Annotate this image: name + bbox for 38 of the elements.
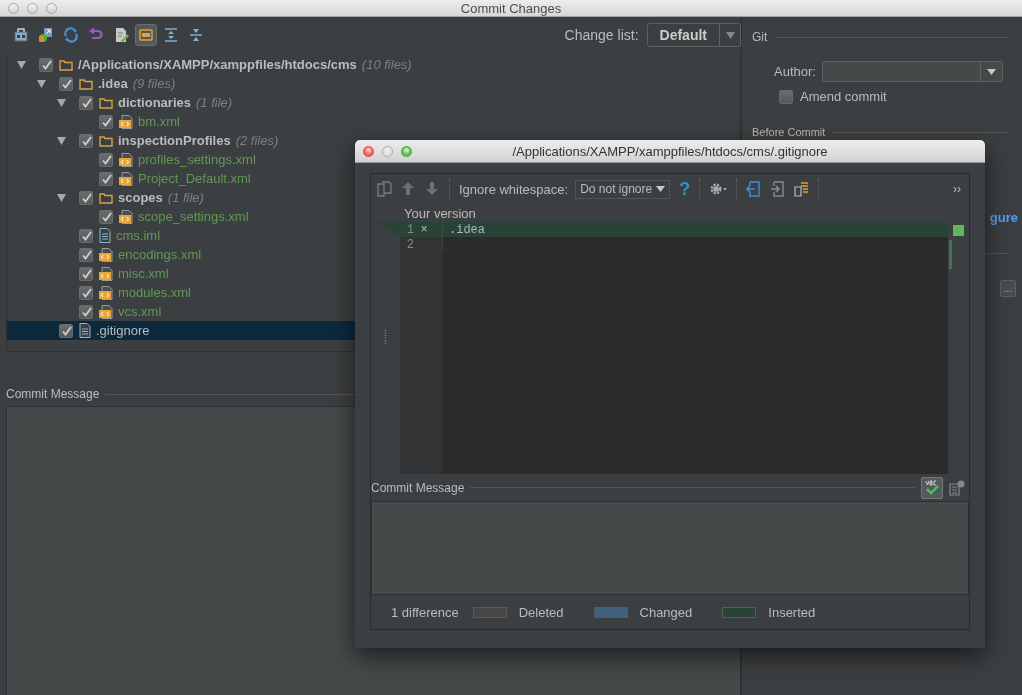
file-name: Project_Default.xml bbox=[138, 171, 251, 186]
file-name: misc.xml bbox=[118, 266, 169, 281]
file-count: (9 files) bbox=[132, 76, 176, 91]
file-name: inspectionProfiles bbox=[118, 133, 231, 148]
file-name: cms.iml bbox=[116, 228, 161, 243]
file-count: (10 files) bbox=[361, 57, 412, 72]
file-name: vcs.xml bbox=[118, 304, 162, 319]
change-list-label: Change list: bbox=[564, 27, 639, 43]
dialog-title: /Applications/XAMPP/xamppfiles/htdocs/cms/.gitignore bbox=[512, 143, 828, 159]
file-name: bm.xml bbox=[138, 114, 180, 129]
file-name: scopes bbox=[118, 190, 163, 205]
author-label: Author: bbox=[774, 64, 816, 79]
section-title: Git bbox=[752, 30, 768, 44]
legend-label: Inserted bbox=[768, 604, 816, 620]
commit-message-label: Commit Message bbox=[6, 387, 100, 401]
whitespace-label: Ignore whitespace: bbox=[459, 181, 569, 197]
editor-title: Your version bbox=[404, 205, 476, 221]
commit-message-label: Commit Message bbox=[371, 480, 465, 495]
section-title: Before Commit bbox=[752, 126, 826, 138]
file-count: (1 file) bbox=[195, 95, 233, 110]
legend-label: Deleted bbox=[518, 604, 564, 620]
file-name: profiles_settings.xml bbox=[138, 152, 256, 167]
file-count: (2 files) bbox=[235, 133, 279, 148]
line-number: 2 bbox=[405, 237, 414, 252]
code-text: .idea bbox=[449, 222, 485, 237]
line-number: 1 bbox=[405, 222, 414, 237]
file-count: (1 file) bbox=[167, 190, 204, 205]
window-title: Commit Changes bbox=[460, 0, 562, 16]
amend-label: Amend commit bbox=[800, 89, 887, 104]
file-name: scope_settings.xml bbox=[138, 209, 249, 224]
file-name: /Applications/XAMPP/xamppfiles/htdocs/cms bbox=[78, 57, 357, 72]
file-name: .gitignore bbox=[96, 323, 150, 338]
difference-count: 1 difference bbox=[391, 604, 459, 620]
file-name: encodings.xml bbox=[118, 247, 202, 262]
legend-label: Changed bbox=[639, 604, 693, 620]
file-name: modules.xml bbox=[118, 285, 191, 300]
file-name: .idea bbox=[98, 76, 128, 91]
file-name: dictionaries bbox=[118, 95, 191, 110]
